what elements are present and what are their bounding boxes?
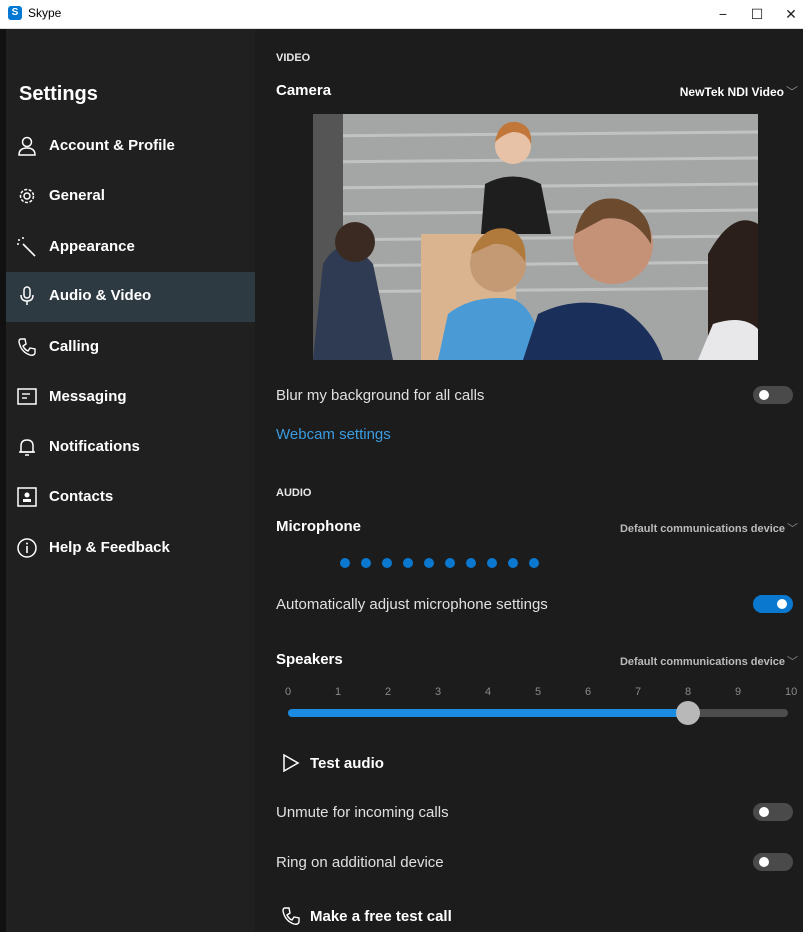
level-dot [403,558,413,568]
speaker-volume-slider[interactable] [288,701,788,725]
level-dot [382,558,392,568]
settings-title: Settings [19,83,98,105]
volume-tick-6: 6 [585,686,592,698]
volume-tick-7: 7 [635,686,642,698]
microphone-device-value: Default communications device [619,523,785,535]
play-icon [283,753,300,773]
microphone-dropdown[interactable]: Default communications device ﹀ [620,520,798,536]
minimize-button[interactable]: − [706,0,740,28]
speakers-dropdown[interactable]: Default communications device ﹀ [620,653,798,669]
sidebar-item-audio-video[interactable]: Audio & Video [6,272,255,322]
sidebar-item-label: Notifications [49,438,140,455]
volume-tick-9: 9 [735,686,742,698]
phone-icon [282,907,300,925]
contact-card-icon [17,487,37,507]
title-bar: S Skype − ☐ ✕ [0,0,803,29]
free-test-call-label: Make a free test call [310,908,452,925]
webcam-settings-link[interactable]: Webcam settings [276,426,391,443]
auto-adjust-mic-toggle[interactable] [753,595,793,613]
blur-background-toggle[interactable] [753,386,793,404]
volume-tick-3: 3 [435,686,442,698]
sidebar-item-label: General [49,187,105,204]
skype-logo-icon: S [8,6,22,20]
settings-sidebar: Settings Account & Profile General Appea… [6,29,255,932]
speakers-label: Speakers [276,651,343,668]
camera-preview [313,114,758,360]
level-dot [487,558,497,568]
close-button[interactable]: ✕ [774,0,803,28]
camera-device-value: NewTek NDI Video [679,85,784,99]
settings-content: VIDEO Camera NewTek NDI Video ﹀ Blur my b… [255,29,803,932]
volume-tick-labels: 0 1 2 3 4 5 6 7 8 9 10 [283,686,797,700]
sidebar-item-label: Contacts [49,488,114,505]
volume-tick-2: 2 [385,686,392,698]
volume-tick-5: 5 [535,686,542,698]
phone-icon [18,338,36,356]
unmute-incoming-label: Unmute for incoming calls [276,804,449,821]
unmute-incoming-toggle[interactable] [753,803,793,821]
ring-additional-device-label: Ring on additional device [276,854,444,871]
level-dot [424,558,434,568]
volume-tick-4: 4 [485,686,492,698]
microphone-icon [20,286,34,305]
camera-dropdown[interactable]: NewTek NDI Video ﹀ [680,83,798,100]
camera-label: Camera [276,82,332,99]
window-title: Skype [28,6,62,20]
level-dot [445,558,455,568]
sidebar-item-general[interactable]: General [6,172,255,222]
sidebar-item-calling[interactable]: Calling [6,323,255,373]
level-dot [529,558,539,568]
chevron-down-icon: ﹀ [787,523,798,535]
test-audio-label: Test audio [310,755,384,772]
sidebar-item-appearance[interactable]: Appearance [6,223,255,273]
level-dot [340,558,350,568]
toggle-knob [759,857,769,867]
info-icon [17,538,37,558]
volume-tick-10: 10 [785,686,798,698]
sidebar-item-account-profile[interactable]: Account & Profile [6,122,255,172]
person-icon [18,136,36,156]
toggle-knob [777,599,787,609]
video-section-heading: VIDEO [276,52,311,64]
sidebar-item-label: Audio & Video [49,287,152,304]
sidebar-item-label: Account & Profile [49,137,175,154]
level-dot [508,558,518,568]
maximize-button[interactable]: ☐ [740,0,774,28]
sidebar-item-notifications[interactable]: Notifications [6,423,255,473]
volume-tick-1: 1 [335,686,342,698]
sidebar-item-label: Calling [49,338,100,355]
sidebar-item-label: Help & Feedback [49,539,170,556]
sidebar-item-help-feedback[interactable]: Help & Feedback [6,524,255,574]
microphone-label: Microphone [276,518,361,535]
slider-fill [288,709,688,717]
gear-icon [19,188,35,204]
sidebar-item-contacts[interactable]: Contacts [6,473,255,523]
level-dot [466,558,476,568]
sidebar-item-label: Appearance [49,238,135,255]
toggle-knob [759,390,769,400]
volume-tick-8: 8 [685,686,692,698]
toggle-knob [759,807,769,817]
auto-adjust-mic-label: Automatically adjust microphone settings [276,596,548,613]
slider-thumb[interactable] [676,701,700,725]
chevron-down-icon: ﹀ [785,85,798,99]
audio-section-heading: AUDIO [276,487,312,499]
chevron-down-icon: ﹀ [787,656,798,668]
microphone-level-meter [340,555,560,568]
volume-tick-0: 0 [285,686,292,698]
bell-icon [19,439,35,456]
ring-additional-device-toggle[interactable] [753,853,793,871]
magic-wand-icon [17,237,36,257]
speakers-device-value: Default communications device [619,656,785,668]
sidebar-item-label: Messaging [49,388,127,405]
sidebar-item-messaging[interactable]: Messaging [6,373,255,423]
level-dot [361,558,371,568]
message-icon [17,388,37,405]
blur-background-label: Blur my background for all calls [276,387,485,404]
